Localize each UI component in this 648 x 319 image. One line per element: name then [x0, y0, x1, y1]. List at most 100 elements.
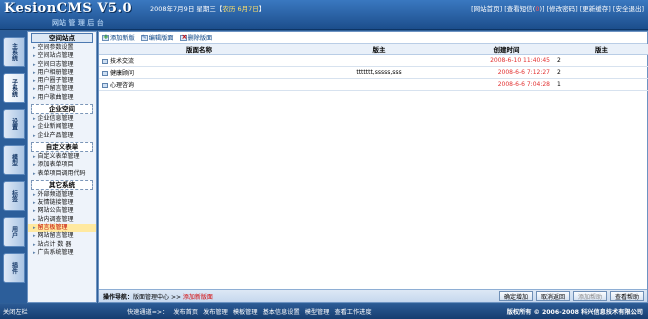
app-subtitle: 网站 管 理 后 台: [52, 19, 104, 27]
board-name: 健康顾问: [110, 70, 135, 77]
folder-icon: [102, 83, 108, 88]
lunar-date: 农历 6月7日: [222, 5, 259, 13]
delete-board-label: 删除版面: [187, 35, 213, 42]
sidebar-item[interactable]: 用户歌曲管理: [28, 94, 96, 102]
count-cell: 2: [554, 54, 648, 67]
messages-link-close[interactable]: )]: [539, 5, 544, 13]
tab-sub-system[interactable]: 子系统: [3, 73, 25, 103]
tab-models[interactable]: 模型: [3, 145, 25, 175]
sidebar-item[interactable]: 空间站点管理: [28, 52, 96, 60]
sidebar-item[interactable]: 添加表单项目: [28, 161, 96, 169]
vertical-tab-bar: 主系统 子系统 设置 模型 标签 用户 插件: [0, 31, 27, 303]
quick-link[interactable]: 模板管理: [233, 309, 258, 316]
add-board-label: 添加新版: [110, 35, 135, 42]
copyright-text: 版权所有 © 2006-2008 科兴信息技术有限公司: [506, 309, 643, 316]
delete-icon: [179, 33, 187, 41]
count-cell: 1: [554, 78, 648, 91]
tab-settings[interactable]: 设置: [3, 109, 25, 139]
top-links: [网站首页] [查看短信(0)] [修改密码] [更新缓存] [安全退出]: [471, 3, 644, 13]
cancel-return-button[interactable]: 取消返回: [535, 291, 570, 301]
app-logo: KesionCMS V5.0: [4, 1, 133, 16]
close-sidebar-button[interactable]: 关闭左栏: [0, 307, 55, 316]
breadcrumb-link[interactable]: 版面管理中心: [133, 294, 169, 301]
date-suffix: 】: [258, 5, 266, 13]
home-link[interactable]: [网站首页]: [471, 5, 502, 13]
edit-icon: [140, 34, 148, 41]
quick-link[interactable]: 查看工作进度: [334, 309, 371, 316]
column-header-moderator: 版主: [299, 44, 459, 55]
sidebar-item[interactable]: 企业产品管理: [28, 132, 96, 140]
footer-bar: 关闭左栏 快速通道=>： 发布首页 发布管理 模板管理 基本信息设置 模型管理 查看工作进度…: [0, 304, 648, 319]
table-row[interactable]: 技术交流 2008-6-10 11:40:45 2: [99, 54, 648, 67]
main-panel: 添加新版 编辑版面 删除版面 版面名称 版主 创建时间 版主 技术交流 2008…: [98, 31, 648, 303]
section-title-enterprise: 企业空间: [31, 104, 93, 115]
quick-links: 快速通道=>： 发布首页 发布管理 模板管理 基本信息设置 模型管理 查看工作进度: [55, 307, 507, 316]
sidebar-menu: 空间站点 空间参数设置 空间站点管理 空间日志管理 用户相册管理 用户圈子管理 …: [27, 31, 97, 303]
sidebar-item[interactable]: 网站公告管理: [28, 207, 96, 215]
tab-plugins[interactable]: 插件: [3, 253, 25, 283]
quick-link[interactable]: 发布管理: [203, 309, 228, 316]
messages-link[interactable]: [查看短信(: [504, 5, 535, 13]
section-title-forms: 自定义表单: [31, 141, 93, 152]
sidebar-item[interactable]: 外部频道管理: [28, 191, 96, 199]
view-help-button[interactable]: 查看帮助: [609, 291, 644, 301]
sidebar-item[interactable]: 网站留言管理: [28, 232, 96, 240]
table-row[interactable]: 心理咨询 2008-6-6 7:04:28 1: [99, 78, 648, 91]
table-header-row: 版面名称 版主 创建时间 版主: [99, 44, 648, 55]
column-header-moderator-2: 版主: [554, 44, 648, 55]
sidebar-item[interactable]: 广告系统管理: [28, 249, 96, 257]
sidebar-item[interactable]: 表单项目调用代码: [28, 170, 96, 178]
date-display: 2008年7月9日 星期三【农历 6月7日】: [150, 3, 265, 13]
table-row[interactable]: 健康顾问 ttttttt,sssss,sss 2008-6-6 7:12:27 …: [99, 66, 648, 79]
add-help-button[interactable]: 添加帮助: [572, 291, 607, 301]
created-time-cell: 2008-6-6 7:04:28: [459, 78, 554, 91]
board-name: 技术交流: [110, 58, 135, 65]
created-time-cell: 2008-6-10 11:40:45: [459, 54, 554, 67]
tab-labels[interactable]: 标签: [3, 181, 25, 211]
confirm-add-button[interactable]: 确定增加: [498, 291, 533, 301]
moderator-cell: [299, 78, 459, 91]
quick-link[interactable]: 基本信息设置: [263, 309, 300, 316]
breadcrumb-current: 添加新版面: [182, 293, 213, 301]
section-title-other: 其它系统: [31, 179, 93, 190]
change-password-link[interactable]: [修改密码]: [547, 5, 578, 13]
tab-main-system[interactable]: 主系统: [3, 37, 25, 67]
column-header-created: 创建时间: [459, 44, 554, 55]
update-cache-link[interactable]: [更新缓存]: [580, 5, 611, 13]
breadcrumb-separator: >>: [169, 293, 183, 301]
edit-board-button[interactable]: 编辑版面: [140, 33, 174, 42]
header-bar: KesionCMS V5.0 网站 管 理 后 台 2008年7月9日 星期三【…: [0, 0, 648, 30]
logout-link[interactable]: [安全退出]: [613, 5, 644, 13]
created-time-cell: 2008-6-6 7:12:27: [459, 66, 554, 79]
sidebar-item[interactable]: 用户相册管理: [28, 69, 96, 77]
add-board-button[interactable]: 添加新版: [102, 33, 135, 42]
date-text: 2008年7月9日 星期三【: [150, 5, 223, 13]
board-table: 版面名称 版主 创建时间 版主 技术交流 2008-6-10 11:40:45 …: [99, 44, 648, 91]
sidebar-item[interactable]: 用户留言管理: [28, 85, 96, 93]
edit-board-label: 编辑版面: [148, 35, 174, 42]
delete-board-button[interactable]: 删除版面: [179, 33, 213, 42]
add-icon: [102, 33, 109, 41]
moderator-cell: ttttttt,sssss,sss: [299, 66, 459, 79]
column-header-name: 版面名称: [99, 44, 299, 55]
board-name-cell: 技术交流: [99, 54, 299, 67]
board-name: 心理咨询: [110, 82, 135, 89]
quick-link[interactable]: 发布首页: [173, 309, 198, 316]
breadcrumb: 操作导航：版面管理中心 >> 添加新版面: [99, 292, 499, 301]
sidebar-item[interactable]: 站内调查管理: [28, 216, 96, 224]
board-name-cell: 健康顾问: [99, 66, 299, 79]
board-name-cell: 心理咨询: [99, 78, 299, 91]
tab-users[interactable]: 用户: [3, 217, 25, 247]
quick-link[interactable]: 模型管理: [305, 309, 330, 316]
count-cell: 2: [554, 66, 648, 79]
sidebar-item[interactable]: 企业新闻管理: [28, 123, 96, 131]
quick-label: 快速通道=>：: [127, 309, 169, 316]
folder-icon: [102, 71, 108, 76]
sidebar-item[interactable]: 站点计 数 器: [28, 241, 96, 249]
operation-bar: 操作导航：版面管理中心 >> 添加新版面 确定增加 取消返回 添加帮助 查看帮助: [99, 289, 647, 302]
moderator-cell: [299, 54, 459, 67]
folder-icon: [102, 59, 108, 64]
breadcrumb-label: 操作导航：: [103, 293, 134, 301]
toolbar: 添加新版 编辑版面 删除版面: [99, 32, 647, 44]
sidebar-item[interactable]: 空间日志管理: [28, 61, 96, 69]
